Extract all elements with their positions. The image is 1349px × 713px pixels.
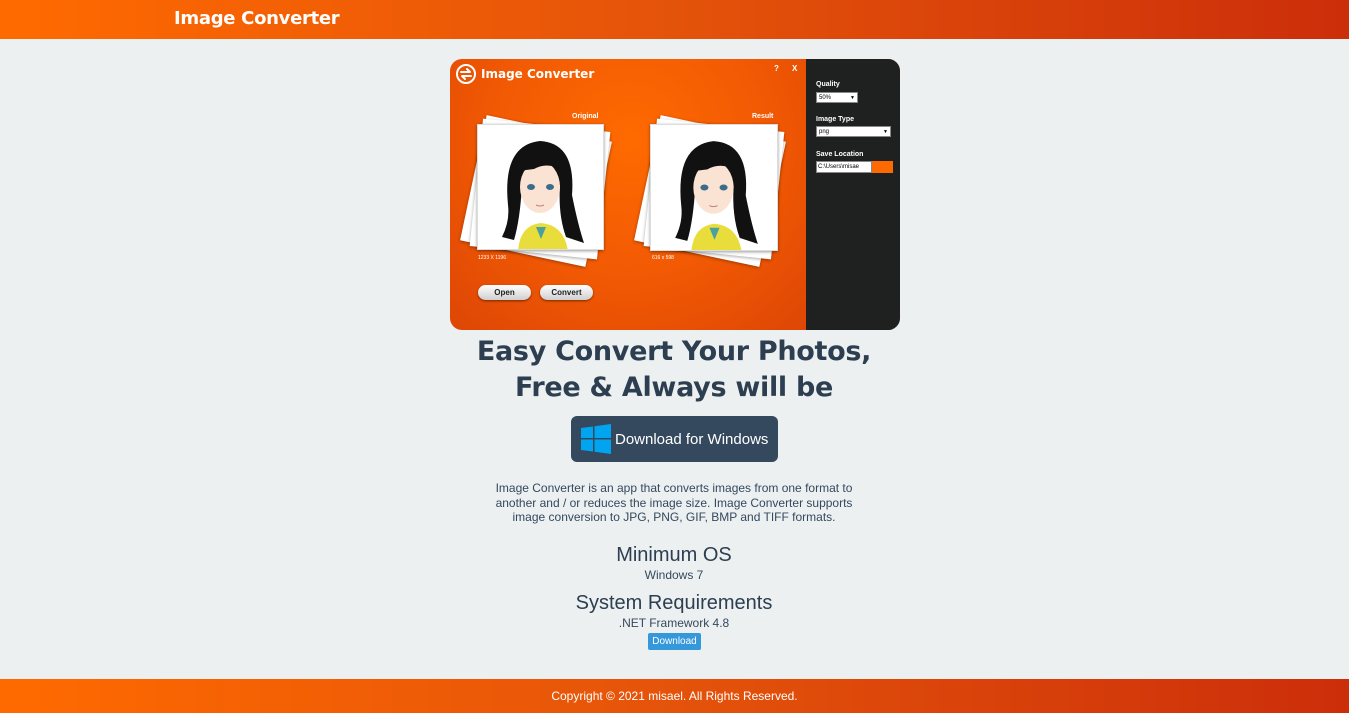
hero-line-2: Free & Always will be xyxy=(514,372,833,403)
convert-arrows-icon xyxy=(456,64,476,84)
app-preview-image: Image Converter ? X Original Result 1233… xyxy=(450,59,900,330)
browse-button xyxy=(872,161,893,173)
convert-button: Convert xyxy=(540,285,593,300)
quality-value: 50% xyxy=(819,95,832,101)
result-photo xyxy=(650,124,778,251)
brand-link[interactable]: Image Converter xyxy=(174,8,340,29)
top-navbar: Image Converter xyxy=(0,0,1349,39)
close-icon: X xyxy=(792,64,798,73)
download-windows-label: Download for Windows xyxy=(615,430,769,448)
windows-logo-icon xyxy=(581,424,611,454)
download-windows-button[interactable]: Download for Windows xyxy=(571,416,778,462)
system-requirements-value: .NET Framework 4.8 xyxy=(618,616,730,630)
save-location-label: Save Location xyxy=(816,151,864,158)
app-description: Image Converter is an app that converts … xyxy=(495,481,853,525)
footer: Copyright © 2021 misael. All Rights Rese… xyxy=(0,679,1349,713)
result-dimensions: 616 x 598 xyxy=(652,255,674,261)
result-label: Result xyxy=(752,113,774,120)
image-type-select: png ▼ xyxy=(816,126,891,137)
minimum-os-value: Windows 7 xyxy=(644,568,704,582)
app-title: Image Converter xyxy=(481,67,595,81)
help-icon: ? xyxy=(774,64,779,73)
hero-line-1: Easy Convert Your Photos, xyxy=(476,336,872,367)
original-label: Original xyxy=(572,113,599,120)
hero-headline: Easy Convert Your Photos, Free & Always … xyxy=(374,334,974,406)
minimum-os-title: Minimum OS xyxy=(616,544,732,566)
open-button: Open xyxy=(478,285,531,300)
settings-panel: Quality 50% ▼ Image Type png ▼ Save Loca… xyxy=(806,59,900,330)
chevron-down-icon: ▼ xyxy=(883,129,888,135)
chevron-down-icon: ▼ xyxy=(850,95,855,101)
original-photo xyxy=(477,124,604,250)
save-location-field: C:\Users\misae xyxy=(816,161,872,173)
quality-select: 50% ▼ xyxy=(816,92,858,103)
image-type-value: png xyxy=(819,129,830,135)
system-requirements-title: System Requirements xyxy=(575,592,773,614)
quality-label: Quality xyxy=(816,81,840,88)
download-framework-button[interactable]: Download xyxy=(648,633,701,650)
copyright-text: Copyright © 2021 misael. All Rights Rese… xyxy=(551,689,798,703)
image-type-label: Image Type xyxy=(816,116,854,123)
original-dimensions: 1233 X 1196 xyxy=(478,255,506,261)
